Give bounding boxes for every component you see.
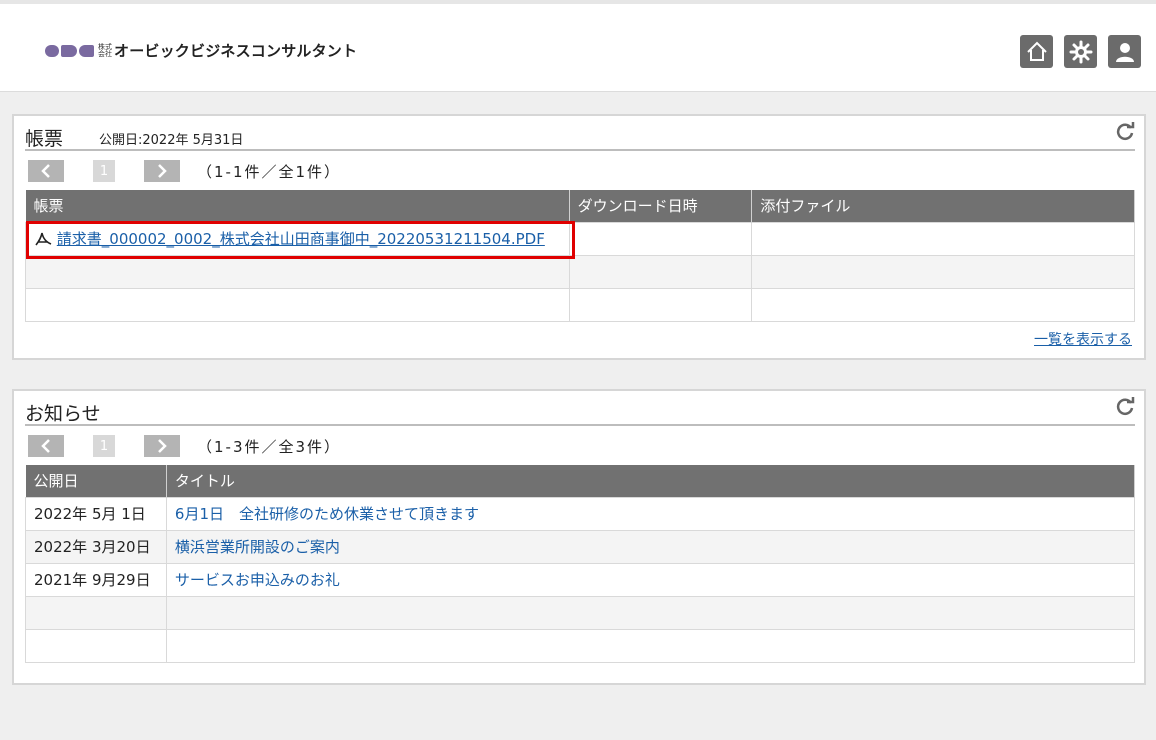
table-row-empty	[25, 628, 1136, 663]
chevron-right-icon	[158, 439, 167, 453]
table-header-row: 帳票 ダウンロード日時 添付ファイル	[25, 190, 1135, 222]
news-title-cell: 横浜営業所開設のご案内	[165, 529, 1136, 564]
table-row-empty	[25, 287, 1135, 322]
highlight-box	[26, 221, 575, 259]
forms-published-date: 公開日:2022年 5月31日	[99, 133, 244, 148]
news-prev-page-button[interactable]	[28, 435, 64, 457]
forms-next-page-button[interactable]	[144, 160, 180, 182]
obc-logo-mark	[45, 44, 94, 57]
column-header-published-date[interactable]: 公開日	[25, 465, 167, 497]
news-panel-title: お知らせ	[25, 403, 101, 425]
news-pager: 1 （1-3件／全3件）	[28, 435, 341, 457]
chevron-left-icon	[41, 439, 50, 453]
settings-button[interactable]	[1064, 35, 1097, 68]
table-row-empty	[25, 595, 1136, 630]
user-button[interactable]	[1108, 35, 1141, 68]
news-panel: お知らせ 1 （1-3件／全3件） 公開日 タイトル 2022年 5月 1日 6…	[12, 389, 1146, 685]
table-row: 2021年 9月29日 サービスお申込みのお礼	[25, 562, 1136, 597]
show-all-link[interactable]: 一覧を表示する	[1034, 329, 1132, 349]
table-header-row: 公開日 タイトル	[25, 465, 1136, 497]
forms-page-number[interactable]: 1	[93, 160, 115, 182]
news-date-cell: 2021年 9月29日	[25, 562, 167, 597]
news-title-link[interactable]: 6月1日 全社研修のため休業させて頂きます	[175, 505, 479, 523]
forms-panel-title: 帳票	[25, 128, 64, 150]
column-header-attachment[interactable]: 添付ファイル	[751, 190, 1135, 222]
attachment-cell	[751, 221, 1135, 256]
refresh-icon[interactable]	[1114, 120, 1136, 142]
news-date-cell: 2022年 3月20日	[25, 529, 167, 564]
download-datetime-cell	[568, 221, 753, 256]
column-header-download-datetime[interactable]: ダウンロード日時	[569, 190, 753, 222]
news-title-cell: サービスお申込みのお礼	[165, 562, 1136, 597]
news-title-cell: 6月1日 全社研修のため休業させて頂きます	[165, 496, 1136, 531]
forms-record-count: （1-1件／全1件）	[197, 162, 342, 181]
column-header-form[interactable]: 帳票	[25, 190, 570, 222]
news-title-divider	[25, 424, 1135, 426]
news-record-count: （1-3件／全3件）	[197, 437, 342, 456]
news-page-number[interactable]: 1	[93, 435, 115, 457]
forms-title-divider	[25, 149, 1135, 151]
news-table: 公開日 タイトル 2022年 5月 1日 6月1日 全社研修のため休業させて頂き…	[25, 465, 1136, 663]
gear-icon	[1069, 40, 1092, 63]
table-row: 2022年 5月 1日 6月1日 全社研修のため休業させて頂きます	[25, 496, 1136, 531]
app-header: 株式会社 オービックビジネスコンサルタント	[0, 0, 1156, 92]
logo-corporate-type: 株式会社	[98, 42, 112, 58]
table-row: 2022年 3月20日 横浜営業所開設のご案内	[25, 529, 1136, 564]
user-icon	[1115, 42, 1134, 62]
news-title-link[interactable]: 横浜営業所開設のご案内	[175, 538, 340, 556]
forms-pager: 1 （1-1件／全1件）	[28, 160, 341, 182]
chevron-right-icon	[158, 164, 167, 178]
refresh-icon[interactable]	[1114, 395, 1136, 417]
home-button[interactable]	[1020, 35, 1053, 68]
column-header-title[interactable]: タイトル	[166, 465, 1136, 497]
logo-company-name: オービックビジネスコンサルタント	[114, 42, 358, 60]
news-date-cell: 2022年 5月 1日	[25, 496, 167, 531]
chevron-left-icon	[41, 164, 50, 178]
home-icon	[1026, 41, 1047, 61]
table-row-empty	[25, 254, 1135, 289]
company-logo: 株式会社 オービックビジネスコンサルタント	[45, 40, 357, 61]
news-next-page-button[interactable]	[144, 435, 180, 457]
news-title-link[interactable]: サービスお申込みのお礼	[175, 571, 340, 589]
forms-prev-page-button[interactable]	[28, 160, 64, 182]
